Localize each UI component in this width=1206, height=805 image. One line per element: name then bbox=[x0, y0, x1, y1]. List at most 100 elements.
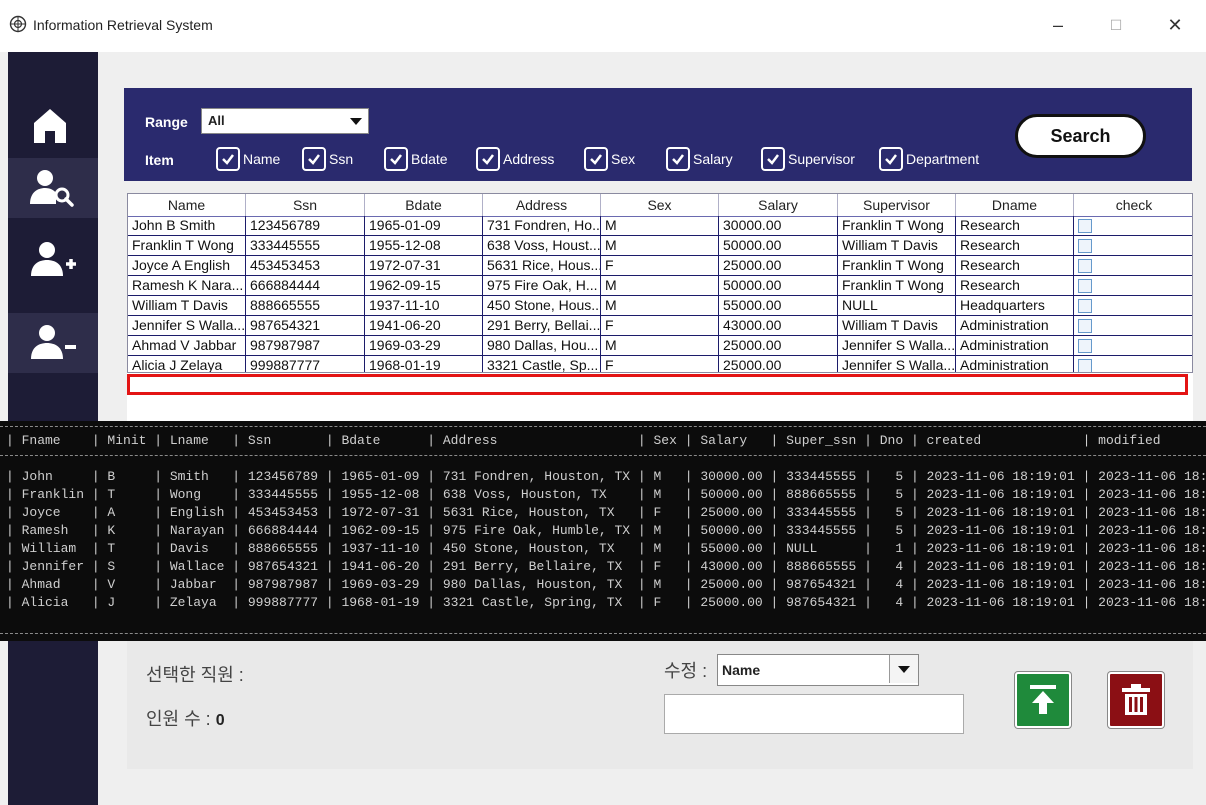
checkbox-supervisor[interactable]: Supervisor bbox=[761, 146, 855, 172]
terminal-row: | Ahmad | V | Jabbar | 987987987 | 1969-… bbox=[6, 577, 1206, 592]
table-row[interactable]: Joyce A English 453453453 1972-07-31 5631 R… bbox=[128, 256, 1192, 276]
table-cell: Franklin T Wong bbox=[838, 216, 956, 236]
checkbox-bdate[interactable]: Bdate bbox=[384, 146, 448, 172]
table-cell: 987654321 bbox=[246, 316, 365, 336]
table-cell: 1962-09-15 bbox=[365, 276, 483, 296]
update-button[interactable] bbox=[1015, 672, 1071, 728]
column-header[interactable]: Salary bbox=[719, 194, 838, 216]
check-icon bbox=[302, 147, 326, 171]
table-cell: 43000.00 bbox=[719, 316, 838, 336]
table-cell: Research bbox=[956, 216, 1074, 236]
table-cell: M bbox=[601, 296, 719, 316]
table-row[interactable]: Ahmad V Jabbar 987987987 1969-03-29 980 Dal… bbox=[128, 336, 1192, 356]
table-row[interactable]: William T Davis 888665555 1937-11-10 450 St… bbox=[128, 296, 1192, 316]
table-cell: NULL bbox=[838, 296, 956, 316]
table-cell: 987987987 bbox=[246, 336, 365, 356]
sidebar-item-search-user[interactable] bbox=[8, 158, 98, 218]
checkbox-address[interactable]: Address bbox=[476, 146, 554, 172]
check-icon bbox=[584, 147, 608, 171]
table-row[interactable]: Franklin T Wong 333445555 1955-12-08 638 Vo… bbox=[128, 236, 1192, 256]
table-cell: 1941-06-20 bbox=[365, 316, 483, 336]
search-button[interactable]: Search bbox=[1015, 114, 1146, 158]
row-checkbox[interactable] bbox=[1078, 279, 1092, 294]
table-cell: Franklin T Wong bbox=[838, 256, 956, 276]
table-cell: 638 Voss, Houst... bbox=[483, 236, 601, 256]
table-cell: 999887777 bbox=[246, 356, 365, 372]
column-header[interactable]: Supervisor bbox=[838, 194, 956, 216]
table-cell: Alicia J Zelaya bbox=[128, 356, 246, 372]
user-add-icon bbox=[31, 242, 76, 276]
table-cell: M bbox=[601, 336, 719, 356]
sidebar-item-remove-user[interactable] bbox=[8, 313, 98, 373]
checkbox-sex[interactable]: Sex bbox=[584, 146, 635, 172]
table-row[interactable]: John B Smith 123456789 1965-01-09 731 Fondr… bbox=[128, 216, 1192, 236]
sidebar-item-home[interactable] bbox=[8, 95, 98, 155]
table-cell: 975 Fire Oak, H... bbox=[483, 276, 601, 296]
column-header[interactable]: Address bbox=[483, 194, 601, 216]
checkbox-name[interactable]: Name bbox=[216, 146, 280, 172]
sidebar-item-add-user[interactable] bbox=[8, 230, 98, 290]
table-cell: 731 Fondren, Ho... bbox=[483, 216, 601, 236]
table-cell: Joyce A English bbox=[128, 256, 246, 276]
row-checkbox-cell bbox=[1074, 316, 1192, 336]
table-row[interactable]: Jennifer S Walla... 987654321 1941-06-20 29… bbox=[128, 316, 1192, 336]
app-globe-icon bbox=[9, 15, 27, 33]
table-cell: 888665555 bbox=[246, 296, 365, 316]
table-cell: M bbox=[601, 276, 719, 296]
employee-count-label: 인원 수 : 0 bbox=[146, 705, 225, 731]
column-header[interactable]: Sex bbox=[601, 194, 719, 216]
table-cell: M bbox=[601, 236, 719, 256]
modify-value-input[interactable] bbox=[664, 694, 964, 734]
column-header[interactable]: Ssn bbox=[246, 194, 365, 216]
checkbox-salary[interactable]: Salary bbox=[666, 146, 733, 172]
terminal-output: | Fname | Minit | Lname | Ssn | Bdate | … bbox=[0, 421, 1206, 641]
check-icon bbox=[476, 147, 500, 171]
column-header[interactable]: Name bbox=[128, 194, 246, 216]
table-cell: Administration bbox=[956, 356, 1074, 372]
table-cell: 55000.00 bbox=[719, 296, 838, 316]
table-cell: 25000.00 bbox=[719, 356, 838, 372]
checkbox-label: Bdate bbox=[411, 151, 448, 167]
table-cell: 25000.00 bbox=[719, 256, 838, 276]
checkbox-label: Ssn bbox=[329, 151, 354, 167]
column-header[interactable]: Bdate bbox=[365, 194, 483, 216]
column-header[interactable]: check bbox=[1074, 194, 1192, 216]
row-checkbox[interactable] bbox=[1078, 239, 1092, 254]
table-cell: Research bbox=[956, 276, 1074, 296]
table-cell: Franklin T Wong bbox=[128, 236, 246, 256]
table-row[interactable]: Alicia J Zelaya 999887777 1968-01-19 3321 C… bbox=[128, 356, 1192, 372]
row-checkbox-cell bbox=[1074, 356, 1192, 372]
count-value: 0 bbox=[215, 712, 225, 729]
range-select[interactable]: All bbox=[201, 108, 369, 134]
column-header[interactable]: Dname bbox=[956, 194, 1074, 216]
row-checkbox-cell bbox=[1074, 336, 1192, 356]
terminal-row: | Alicia | J | Zelaya | 999887777 | 1968… bbox=[6, 595, 1206, 610]
close-button[interactable]: ✕ bbox=[1157, 10, 1193, 40]
check-icon bbox=[216, 147, 240, 171]
table-row[interactable]: Ramesh K Nara... 666884444 1962-09-15 975 F… bbox=[128, 276, 1192, 296]
checkbox-department[interactable]: Department bbox=[879, 146, 979, 172]
row-checkbox[interactable] bbox=[1078, 359, 1092, 372]
checkbox-label: Sex bbox=[611, 151, 636, 167]
terminal-row: | Franklin | T | Wong | 333445555 | 1955… bbox=[6, 487, 1206, 502]
row-checkbox[interactable] bbox=[1078, 219, 1092, 234]
check-icon bbox=[666, 147, 690, 171]
table-cell: 666884444 bbox=[246, 276, 365, 296]
terminal-header: | Fname | Minit | Lname | Ssn | Bdate | … bbox=[6, 433, 1206, 448]
table-cell: 1965-01-09 bbox=[365, 216, 483, 236]
item-label: Item bbox=[145, 152, 174, 168]
row-checkbox[interactable] bbox=[1078, 299, 1092, 314]
delete-button[interactable] bbox=[1108, 672, 1164, 728]
checkbox-label: Address bbox=[503, 151, 555, 167]
window-title: Information Retrieval System bbox=[33, 17, 213, 33]
terminal-row: | John | B | Smith | 123456789 | 1965-01… bbox=[6, 469, 1206, 484]
chevron-down-icon bbox=[898, 666, 910, 673]
row-checkbox[interactable] bbox=[1078, 319, 1092, 334]
row-checkbox[interactable] bbox=[1078, 259, 1092, 274]
modify-field-select[interactable]: Name bbox=[717, 654, 919, 686]
checkbox-ssn[interactable]: Ssn bbox=[302, 146, 353, 172]
maximize-button[interactable]: ☐ bbox=[1098, 10, 1134, 40]
row-checkbox[interactable] bbox=[1078, 339, 1092, 354]
minimize-button[interactable]: – bbox=[1040, 10, 1076, 40]
table-cell: Jennifer S Walla... bbox=[838, 356, 956, 372]
